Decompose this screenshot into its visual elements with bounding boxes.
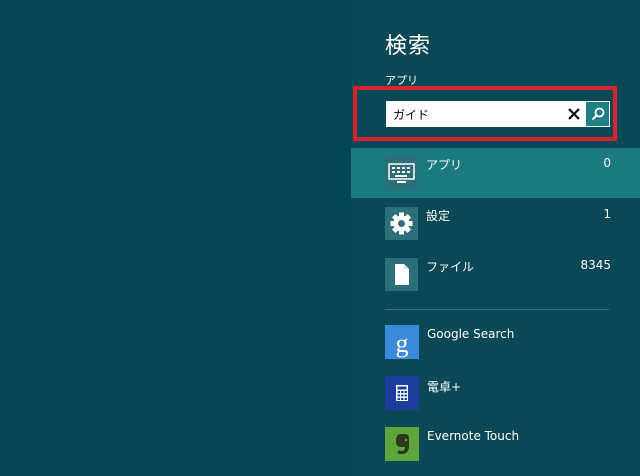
category-apps[interactable]: アプリ 0 [351,148,640,198]
svg-text:g: g [396,329,409,358]
app-evernote-touch[interactable]: Evernote Touch [351,427,640,473]
category-label: 設定 [426,209,451,223]
category-label: アプリ [426,158,463,172]
divider [385,309,609,310]
search-button[interactable] [586,102,609,126]
category-label: ファイル [426,260,475,274]
app-label: Evernote Touch [427,429,520,443]
evernote-icon [385,427,419,461]
search-input[interactable] [386,101,562,127]
file-icon [385,258,418,291]
category-count: 8345 [580,258,611,272]
category-count: 1 [603,207,611,221]
search-charm-pane: 検索 アプリ ガイド アプリ 0 設定 1 ファイル 8345 g Google… [351,0,640,476]
app-label: Google Search [427,327,515,341]
category-settings[interactable]: 設定 1 [351,199,640,249]
close-icon [568,108,580,120]
search-box [386,101,610,127]
clear-button[interactable] [562,101,586,127]
pane-title: 検索 [385,34,432,59]
category-files[interactable]: ファイル 8345 [351,250,640,300]
search-icon [591,107,604,121]
app-calculator[interactable]: 電卓+ [351,376,640,422]
keyboard-icon [385,156,418,189]
app-label: 電卓+ [427,380,462,394]
gear-icon [385,207,418,240]
app-google-search[interactable]: g Google Search [351,325,640,371]
google-icon: g [385,325,419,359]
category-count: 0 [603,156,611,170]
calculator-icon [385,376,419,410]
desktop-background [0,0,351,476]
